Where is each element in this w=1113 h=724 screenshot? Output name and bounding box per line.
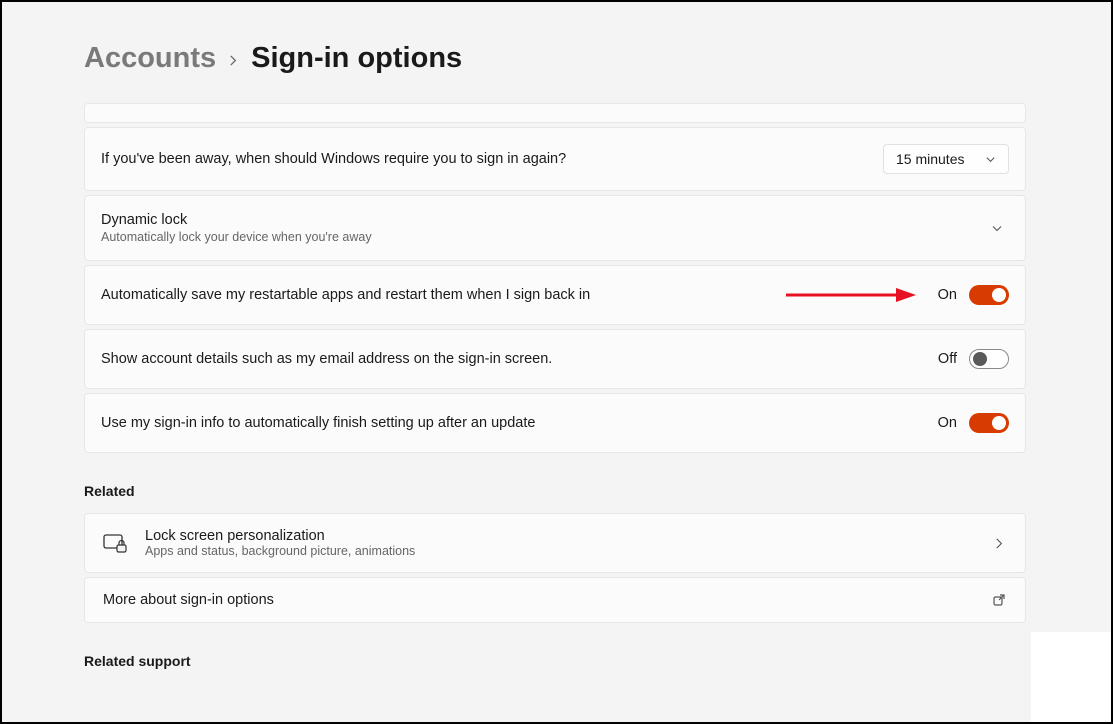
setting-require-signin: If you've been away, when should Windows… <box>84 127 1026 191</box>
setting-label: If you've been away, when should Windows… <box>101 151 883 167</box>
related-more-about[interactable]: More about sign-in options <box>84 577 1026 623</box>
section-heading-related-support: Related support <box>84 653 1026 669</box>
related-lock-screen[interactable]: Lock screen personalization Apps and sta… <box>84 513 1026 573</box>
overlay-block <box>1031 632 1111 722</box>
page-title: Sign-in options <box>251 42 462 75</box>
dropdown-value: 15 minutes <box>896 151 964 167</box>
toggle-state-label: On <box>938 415 957 431</box>
settings-card-stub <box>84 103 1026 123</box>
use-signin-after-update-toggle[interactable] <box>969 413 1009 433</box>
setting-subtitle: Automatically lock your device when you'… <box>101 230 991 244</box>
external-link-icon <box>991 593 1007 607</box>
link-subtitle: Apps and status, background picture, ani… <box>145 544 991 558</box>
chevron-down-icon <box>991 222 1003 234</box>
link-title: More about sign-in options <box>103 592 991 608</box>
toggle-state-label: On <box>938 287 957 303</box>
setting-restartable-apps: Automatically save my restartable apps a… <box>84 265 1026 325</box>
link-title: Lock screen personalization <box>145 528 991 544</box>
setting-show-account-details: Show account details such as my email ad… <box>84 329 1026 389</box>
setting-title: Dynamic lock <box>101 212 991 228</box>
setting-label: Use my sign-in info to automatically fin… <box>101 415 938 431</box>
breadcrumb: Accounts Sign-in options <box>84 42 1026 75</box>
show-account-details-toggle[interactable] <box>969 349 1009 369</box>
chevron-right-icon <box>991 538 1007 549</box>
setting-use-signin-after-update: Use my sign-in info to automatically fin… <box>84 393 1026 453</box>
setting-label: Automatically save my restartable apps a… <box>101 287 786 303</box>
setting-dynamic-lock[interactable]: Dynamic lock Automatically lock your dev… <box>84 195 1026 261</box>
breadcrumb-parent[interactable]: Accounts <box>84 42 216 75</box>
monitor-lock-icon <box>103 532 127 554</box>
callout-arrow-icon <box>786 285 916 305</box>
section-heading-related: Related <box>84 483 1026 499</box>
setting-label: Show account details such as my email ad… <box>101 351 938 367</box>
chevron-down-icon <box>984 153 996 165</box>
restartable-apps-toggle[interactable] <box>969 285 1009 305</box>
require-signin-dropdown[interactable]: 15 minutes <box>883 144 1009 174</box>
chevron-right-icon <box>228 50 239 71</box>
toggle-state-label: Off <box>938 351 957 367</box>
